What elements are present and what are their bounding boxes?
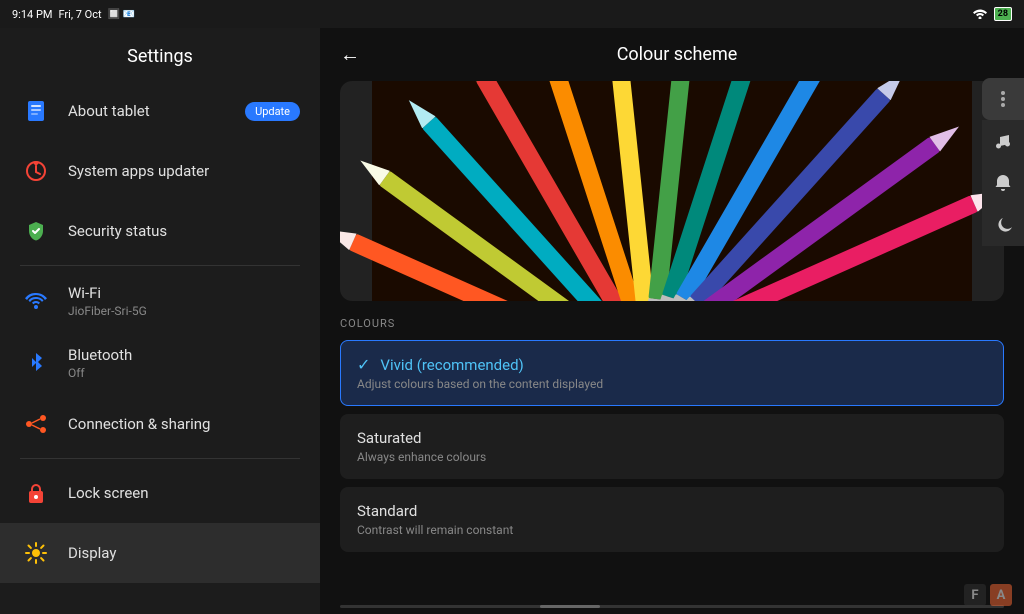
wifi-label: Wi-Fi [68, 284, 300, 302]
scrollbar-track [340, 605, 1004, 608]
lock-text: Lock screen [68, 484, 300, 502]
sidebar-item-connection[interactable]: Connection & sharing [0, 394, 320, 454]
vivid-subtitle: Adjust colours based on the content disp… [357, 377, 987, 391]
bluetooth-label: Bluetooth [68, 346, 300, 364]
bluetooth-icon [20, 347, 52, 379]
colour-option-saturated[interactable]: Saturated Always enhance colours [340, 414, 1004, 479]
vivid-label: Vivid (recommended) [380, 356, 523, 374]
sidebar-item-security[interactable]: Security status [0, 201, 320, 261]
content-header: ← Colour scheme [320, 28, 1024, 81]
colour-option-vivid[interactable]: ✓ Vivid (recommended) Adjust colours bas… [340, 340, 1004, 406]
bluetooth-text: Bluetooth Off [68, 346, 300, 380]
floating-action-buttons [982, 78, 1024, 246]
wifi-sidebar-icon [20, 285, 52, 317]
colour-option-standard[interactable]: Standard Contrast will remain constant [340, 487, 1004, 552]
standard-header: Standard [357, 502, 987, 520]
lock-label: Lock screen [68, 484, 300, 502]
security-icon [20, 215, 52, 247]
sidebar-title: Settings [0, 28, 320, 81]
scrollbar-thumb[interactable] [540, 605, 600, 608]
system-apps-text: System apps updater [68, 162, 300, 180]
status-left: 9:14 PM Fri, 7 Oct 🔲 📧 [12, 8, 135, 21]
divider-1 [20, 265, 300, 266]
status-right: 28 [972, 7, 1012, 22]
sidebar-item-about-tablet[interactable]: About tablet Update [0, 81, 320, 141]
watermark-f: F [964, 584, 986, 606]
update-badge: Update [245, 102, 300, 121]
standard-label: Standard [357, 502, 417, 520]
connection-text: Connection & sharing [68, 415, 300, 433]
vivid-check-icon: ✓ [357, 355, 370, 374]
notification-button[interactable] [982, 162, 1024, 204]
back-button[interactable]: ← [340, 42, 360, 67]
sidebar-item-bluetooth[interactable]: Bluetooth Off [0, 332, 320, 394]
lock-icon [20, 477, 52, 509]
watermark-a: A [990, 584, 1012, 606]
about-tablet-icon [20, 95, 52, 127]
sidebar-item-system-apps[interactable]: System apps updater [0, 141, 320, 201]
content-area: ← Colour scheme [320, 28, 1024, 614]
sidebar: Settings About tablet Update [0, 28, 320, 614]
main-layout: Settings About tablet Update [0, 28, 1024, 614]
wifi-subtitle: JioFiber-Sri-5G [68, 304, 300, 318]
display-icon [20, 537, 52, 569]
sidebar-item-lock[interactable]: Lock screen [0, 463, 320, 523]
about-tablet-text: About tablet [68, 102, 245, 120]
sidebar-item-display[interactable]: Display [0, 523, 320, 583]
dark-mode-button[interactable] [982, 204, 1024, 246]
sidebar-item-wifi[interactable]: Wi-Fi JioFiber-Sri-5G [0, 270, 320, 332]
saturated-subtitle: Always enhance colours [357, 450, 987, 464]
system-apps-icon [20, 155, 52, 187]
vivid-header: ✓ Vivid (recommended) [357, 355, 987, 374]
more-options-button[interactable] [982, 78, 1024, 120]
display-label: Display [68, 544, 300, 562]
bluetooth-subtitle: Off [68, 366, 300, 380]
colours-label: COLOURS [340, 317, 1004, 330]
connection-icon [20, 408, 52, 440]
wifi-icon [972, 7, 988, 22]
time: 9:14 PM [12, 8, 52, 21]
display-text: Display [68, 544, 300, 562]
connection-label: Connection & sharing [68, 415, 300, 433]
date: Fri, 7 Oct [58, 8, 101, 21]
about-tablet-label: About tablet [68, 102, 245, 120]
watermark: F A [964, 584, 1012, 606]
battery-icon: 28 [994, 7, 1012, 21]
notification-icons: 🔲 📧 [108, 9, 135, 20]
system-apps-label: System apps updater [68, 162, 300, 180]
standard-subtitle: Contrast will remain constant [357, 523, 987, 537]
saturated-header: Saturated [357, 429, 987, 447]
wifi-text: Wi-Fi JioFiber-Sri-5G [68, 284, 300, 318]
colour-scheme-image [340, 81, 1004, 301]
security-label: Security status [68, 222, 300, 240]
music-button[interactable] [982, 120, 1024, 162]
status-bar: 9:14 PM Fri, 7 Oct 🔲 📧 28 [0, 0, 1024, 28]
security-text: Security status [68, 222, 300, 240]
page-title: Colour scheme [380, 44, 974, 65]
pencils-svg [340, 81, 1004, 301]
divider-2 [20, 458, 300, 459]
saturated-label: Saturated [357, 429, 422, 447]
colours-section: COLOURS ✓ Vivid (recommended) Adjust col… [320, 317, 1024, 605]
